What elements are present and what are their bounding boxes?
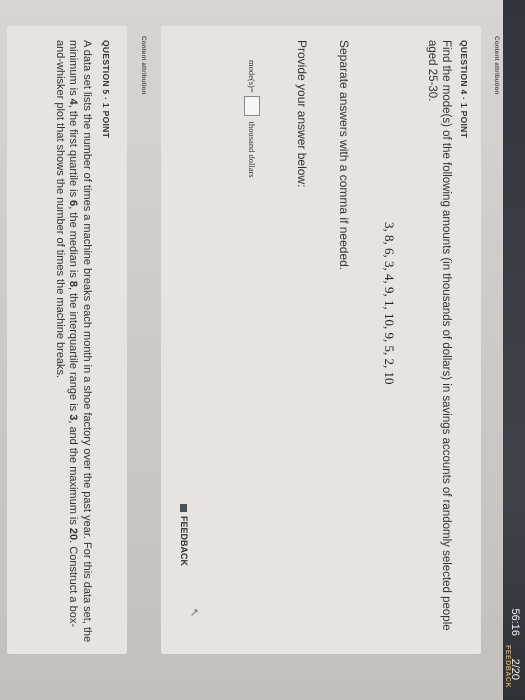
question-4-instruction: Separate answers with a comma if needed. [337,40,351,271]
q5-max-value: 20 [67,527,80,541]
q5-text-5: , and the maximum is [67,420,80,528]
photo-frame: 56:16 2/20 FEEDBACK Content attribution … [0,0,525,700]
question-4-prompt: Find the mode(s) of the following amount… [426,40,452,631]
question-4-numbers: 3, 8, 6, 3, 4, 9, 1, 10, 9, 5, 2, 10 [382,222,397,385]
q5-text-2: , the first quartile is [67,104,80,201]
question-4-header: QUESTION 4 · 1 POINT [459,40,469,139]
content-attribution[interactable]: Content attribution [493,36,500,95]
top-bar: 56:16 2/20 FEEDBACK [503,0,525,700]
feedback-button[interactable]: FEEDBACK [175,496,193,575]
quiz-page: 56:16 2/20 FEEDBACK Content attribution … [0,0,525,700]
feedback-label: FEEDBACK [179,516,189,567]
timer: 56:16 [509,608,521,636]
q5-text-3: , the median is [67,206,80,281]
flag-icon [180,504,188,512]
q5-text-4: , the interquartile range is [67,287,80,415]
question-5-card: QUESTION 5 · 1 POINT A data set lists th… [7,26,127,654]
mode-answer-input[interactable] [244,95,260,116]
provide-answer-label: Provide your answer below: [295,40,309,188]
pointer-cursor-icon: ↖ [188,608,200,618]
answer-suffix: thousand dollars [247,121,257,178]
answer-row: mode(s)= thousand dollars [244,60,260,178]
question-5-text: A data set lists the number of times a m… [53,40,93,646]
top-feedback-link[interactable]: FEEDBACK [504,645,511,688]
question-4-card: QUESTION 4 · 1 POINT Find the mode(s) of… [161,26,481,654]
content-attribution-2[interactable]: Content attribution [140,36,147,95]
question-5-header: QUESTION 5 · 1 POINT [101,40,111,139]
answer-prefix: mode(s)= [247,60,257,93]
